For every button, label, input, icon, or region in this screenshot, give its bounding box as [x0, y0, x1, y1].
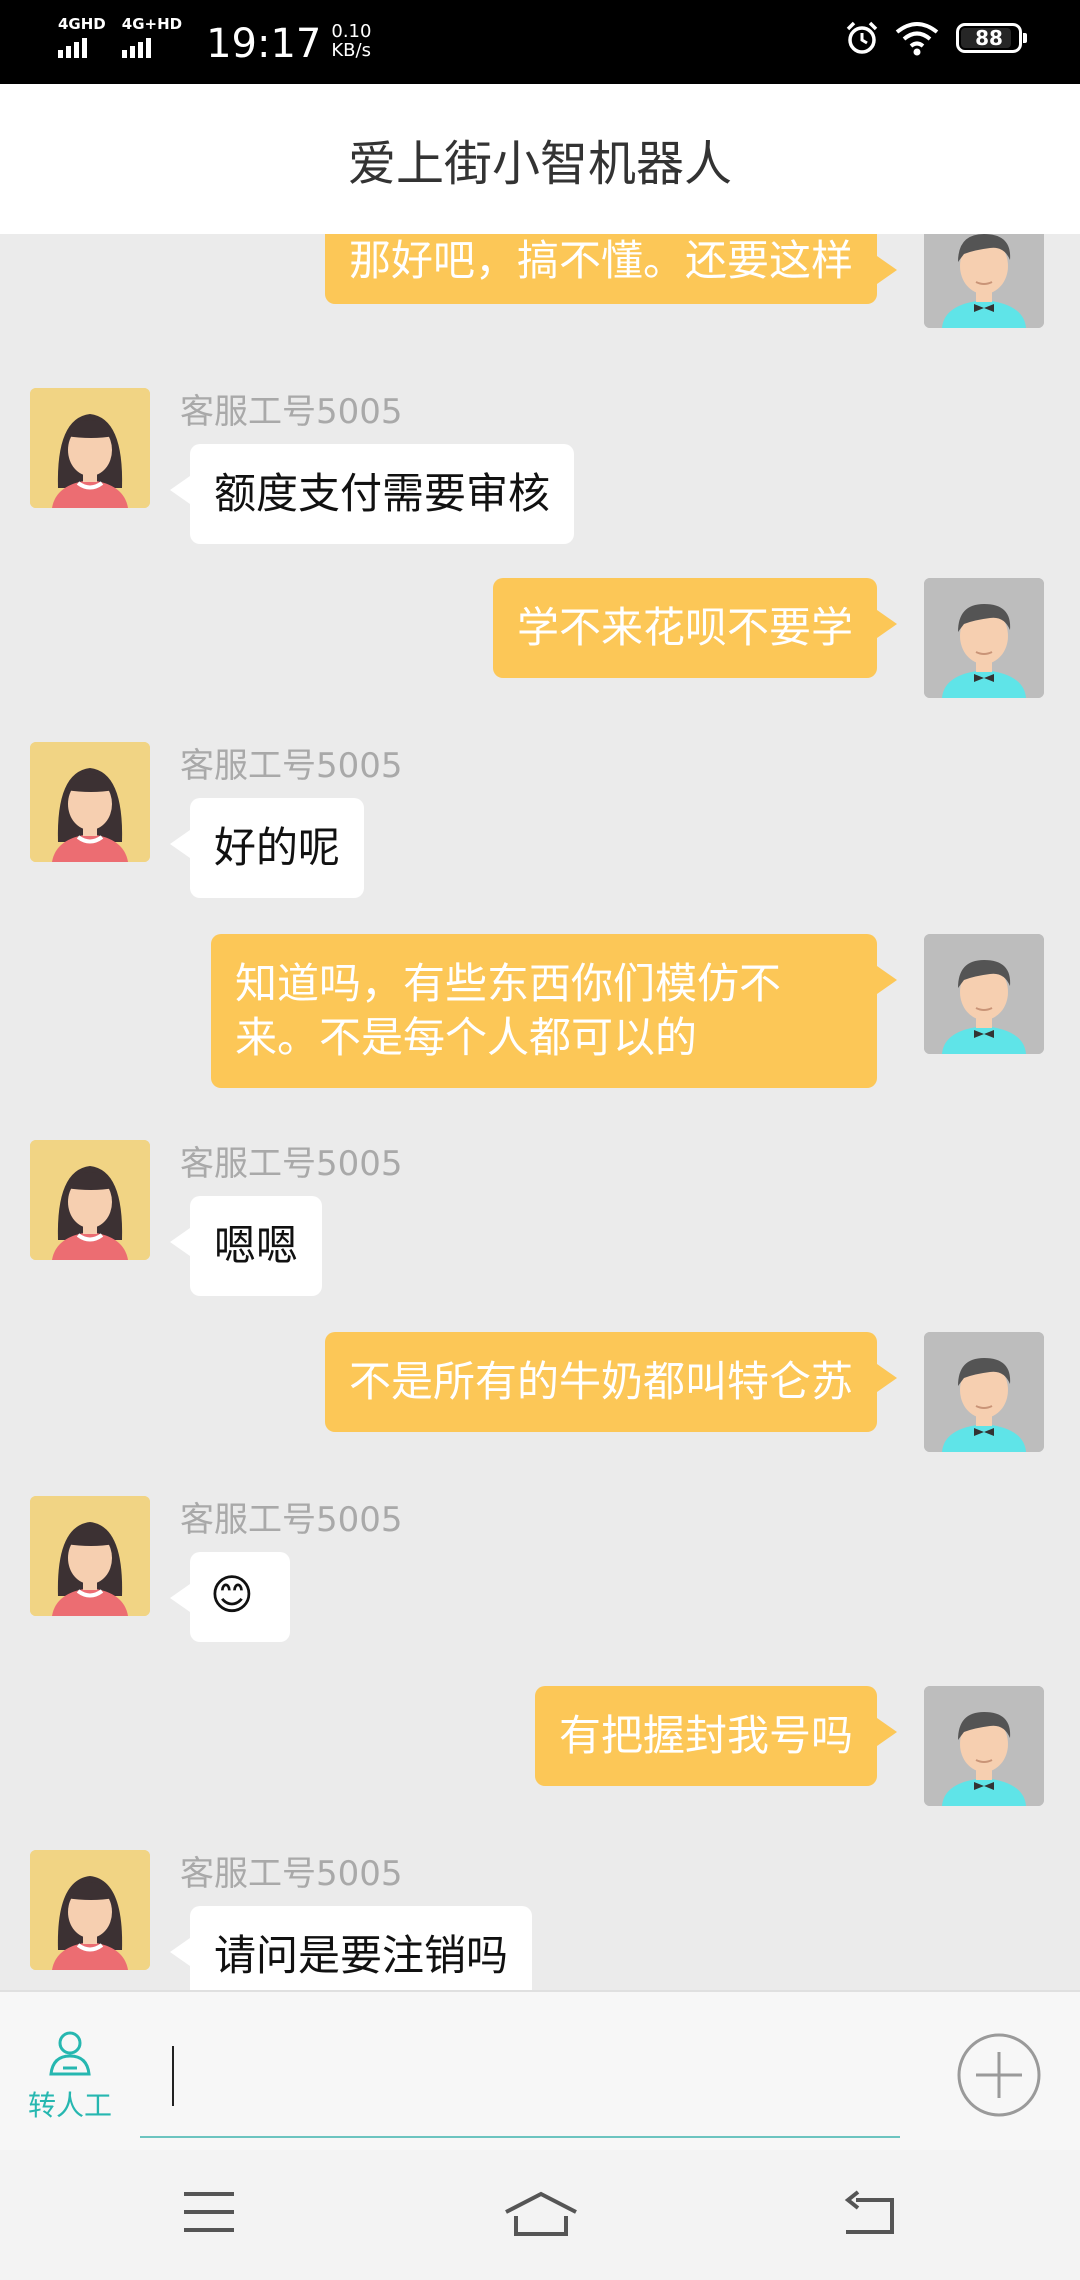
agent-avatar-icon [30, 388, 150, 508]
agent-avatar[interactable] [30, 1140, 150, 1260]
user-avatar-icon [924, 1686, 1044, 1806]
user-avatar[interactable] [924, 934, 1044, 1054]
user-avatar-icon [924, 934, 1044, 1054]
agent-avatar[interactable] [30, 1850, 150, 1970]
agent-name: 客服工号5005 [180, 392, 403, 432]
status-bar: 4GHD 4G+HD 19:17 0.10 KB/s 88 [0, 0, 1080, 84]
user-message-bubble[interactable]: 学不来花呗不要学 [492, 578, 898, 678]
person-icon [49, 2031, 91, 2076]
user-avatar-icon [924, 578, 1044, 698]
signal-2: 4G+HD [121, 15, 183, 58]
user-avatar[interactable] [924, 578, 1044, 698]
agent-name: 客服工号5005 [180, 746, 403, 786]
alarm-icon [846, 21, 878, 54]
agent-message-bubble[interactable]: 额度支付需要审核 [169, 444, 575, 544]
home-button[interactable] [504, 2190, 578, 2244]
signal-1: 4GHD [58, 16, 106, 58]
menu-button[interactable] [182, 2190, 236, 2238]
agent-message-bubble[interactable]: 好的呢 [169, 798, 365, 898]
agent-avatar-icon [30, 1496, 150, 1616]
home-icon [505, 2191, 577, 2236]
battery-icon: 88 [956, 23, 1027, 53]
clock: 19:17 [206, 21, 322, 67]
network-speed: 0.10 KB/s [331, 22, 371, 60]
signal-bars-icon [58, 36, 90, 58]
agent-message-bubble[interactable]: 😊 [170, 1552, 290, 1642]
battery-level: 88 [975, 26, 1003, 50]
user-message-bubble[interactable]: 知道吗，有些东西你们模仿不来。不是每个人都可以的 [211, 934, 897, 1088]
navigation-bar [0, 2150, 1080, 2280]
back-button[interactable] [842, 2190, 898, 2240]
status-right: 88 [844, 20, 1027, 56]
agent-avatar-icon [30, 1850, 150, 1970]
transfer-to-human-label: 转人工 [27, 2089, 112, 2122]
user-avatar[interactable] [924, 1332, 1044, 1452]
user-avatar[interactable] [924, 1686, 1044, 1806]
user-message-bubble[interactable]: 那好吧，搞不懂。还要这样 [324, 234, 898, 304]
user-avatar-icon [924, 1332, 1044, 1452]
status-left: 4GHD 4G+HD 19:17 0.10 KB/s [58, 16, 371, 72]
network-type-2: 4G+HD [121, 15, 183, 33]
input-bar: 转人工 [0, 1990, 1080, 2150]
network-type-1: 4GHD [58, 15, 106, 33]
text-cursor [172, 2046, 174, 2106]
chat-list[interactable]: 那好吧，搞不懂。还要这样 客服工号5005 额度支付需要审核 学不来花呗不要学 [0, 234, 1080, 1990]
agent-message-bubble[interactable]: 请问是要注销吗 [169, 1906, 533, 1990]
signal-bars-icon [121, 36, 154, 58]
network-speed-unit: KB/s [331, 40, 371, 61]
agent-name: 客服工号5005 [180, 1500, 403, 1540]
agent-avatar[interactable] [30, 1496, 150, 1616]
network-speed-value: 0.10 [331, 21, 372, 42]
user-message-bubble[interactable]: 有把握封我号吗 [534, 1686, 898, 1786]
agent-avatar-icon [30, 742, 150, 862]
transfer-to-human-button[interactable]: 转人工 [22, 2028, 118, 2124]
wifi-icon [895, 22, 939, 56]
title-bar: 爱上街小智机器人 [0, 84, 1080, 234]
user-avatar-icon [924, 234, 1044, 328]
message-input[interactable] [140, 2032, 900, 2138]
page-title: 爱上街小智机器人 [347, 136, 732, 192]
agent-name: 客服工号5005 [180, 1144, 403, 1184]
back-icon [844, 2190, 894, 2234]
agent-message-bubble[interactable]: 嗯嗯 [169, 1196, 323, 1296]
agent-avatar[interactable] [30, 742, 150, 862]
more-options-button[interactable] [956, 2032, 1042, 2122]
menu-icon [184, 2192, 234, 2232]
plus-circle-icon [957, 2033, 1041, 2117]
user-message-bubble[interactable]: 不是所有的牛奶都叫特仑苏 [324, 1332, 898, 1432]
user-avatar[interactable] [924, 234, 1044, 328]
agent-name: 客服工号5005 [180, 1854, 403, 1894]
agent-avatar[interactable] [30, 388, 150, 508]
agent-avatar-icon [30, 1140, 150, 1260]
